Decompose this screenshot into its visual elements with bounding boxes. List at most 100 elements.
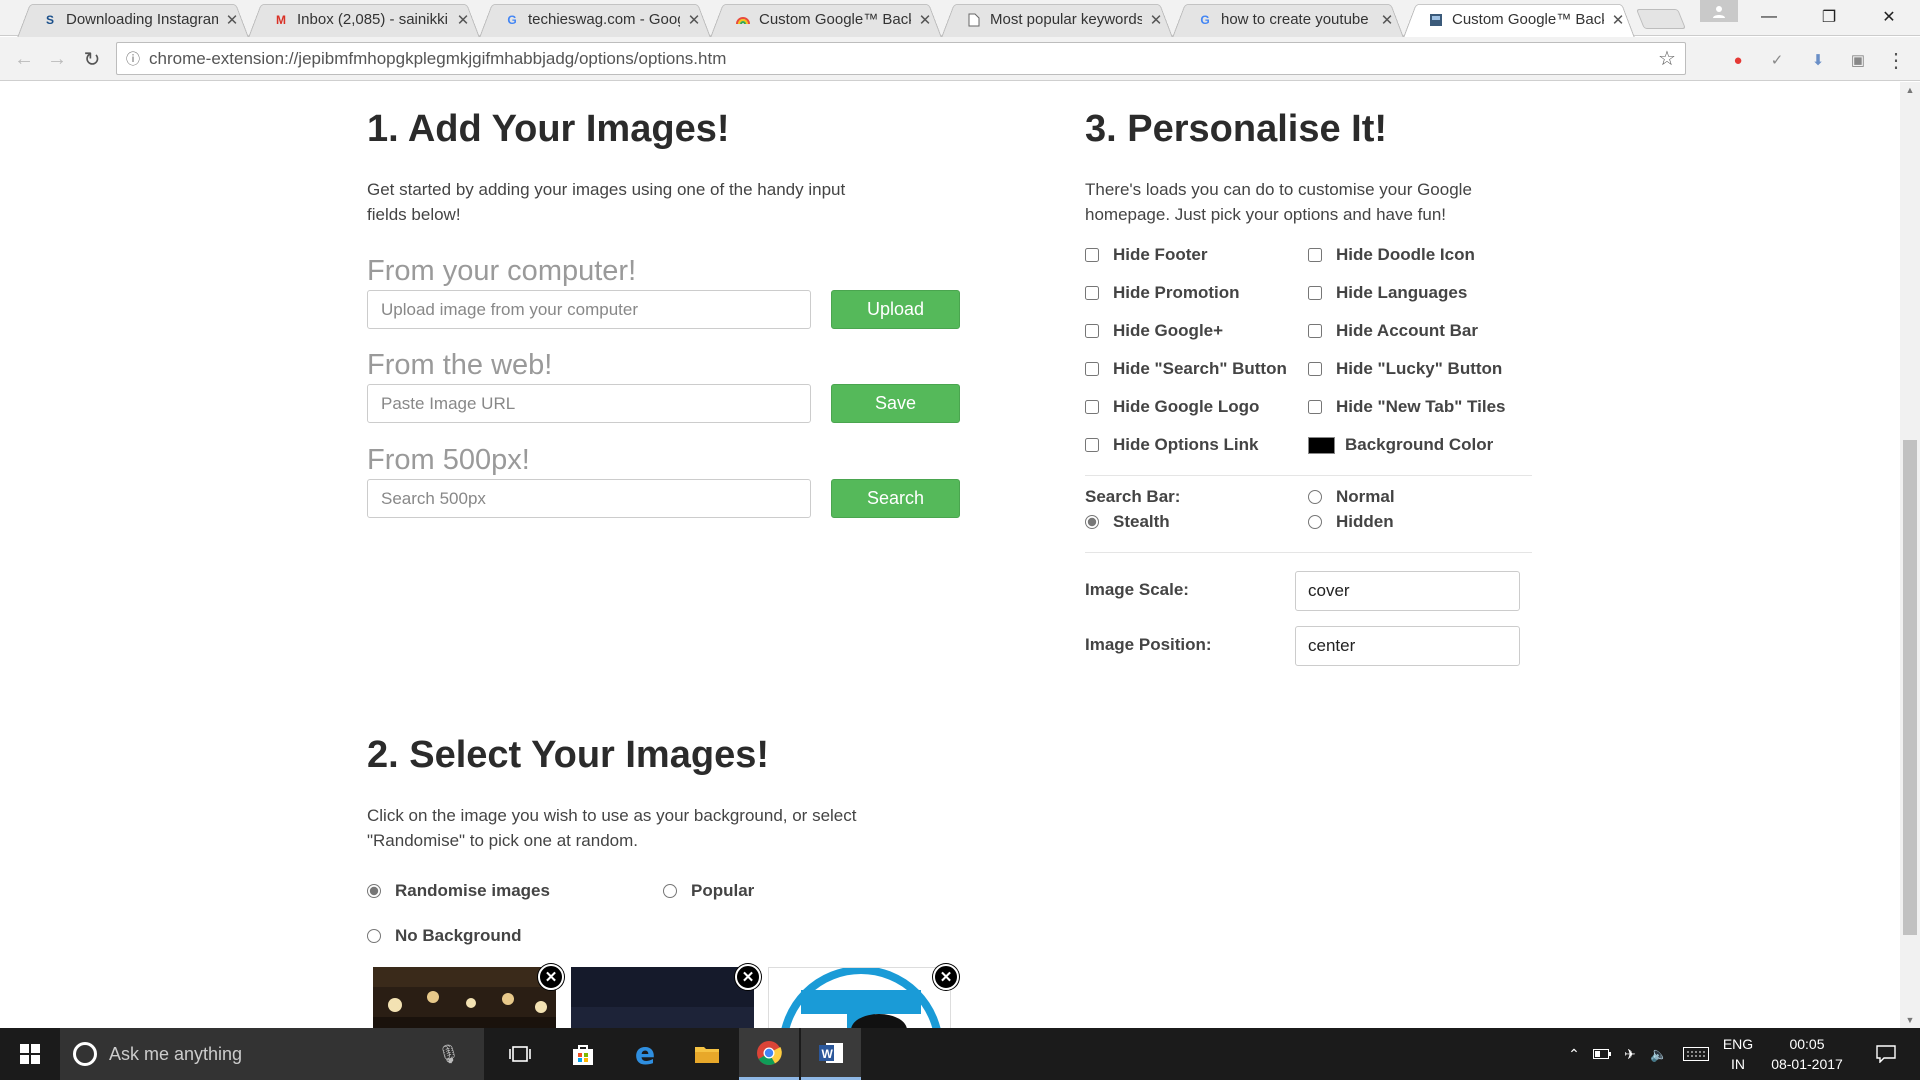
- battery-icon[interactable]: [1590, 1028, 1614, 1080]
- hide-lucky-button-option[interactable]: Hide "Lucky" Button: [1308, 359, 1502, 379]
- browser-tab[interactable]: G techieswag.com - Goog ✕: [476, 3, 714, 36]
- close-tab-icon[interactable]: ✕: [917, 12, 933, 29]
- hide-footer-checkbox[interactable]: [1085, 248, 1099, 262]
- chandelier-hall-image[interactable]: [373, 967, 556, 1028]
- remove-image-icon[interactable]: ✕: [538, 964, 564, 990]
- hide-lucky-button-checkbox[interactable]: [1308, 362, 1322, 376]
- restore-icon[interactable]: ❐: [1800, 0, 1858, 34]
- edge-browser-icon[interactable]: e: [615, 1028, 675, 1080]
- browser-tab[interactable]: M Inbox (2,085) - sainikki ✕: [245, 3, 483, 36]
- popular-option[interactable]: Popular: [663, 881, 754, 901]
- hide-google-logo-option[interactable]: Hide Google Logo: [1085, 397, 1259, 417]
- remove-image-icon[interactable]: ✕: [933, 964, 959, 990]
- url-text[interactable]: chrome-extension://jepibmfmhopgkplegmkjg…: [149, 49, 1649, 69]
- hide-google-plus-option[interactable]: Hide Google+: [1085, 321, 1223, 341]
- hide-account-bar-option[interactable]: Hide Account Bar: [1308, 321, 1478, 341]
- microphone-icon[interactable]: 🎙: [437, 1044, 460, 1065]
- browser-tab[interactable]: Custom Google™ Back ✕: [707, 3, 945, 36]
- checkmark-icon[interactable]: ✓: [1767, 50, 1787, 70]
- browser-tab[interactable]: G how to create youtube ✕: [1169, 3, 1407, 36]
- hide-options-link-option[interactable]: Hide Options Link: [1085, 435, 1258, 455]
- address-bar[interactable]: ⓘ chrome-extension://jepibmfmhopgkplegmk…: [116, 42, 1686, 75]
- popular-radio[interactable]: [663, 884, 677, 898]
- bookmark-star-icon[interactable]: ☆: [1649, 46, 1685, 71]
- reload-icon[interactable]: ↻: [80, 47, 104, 71]
- hide-promotion-option[interactable]: Hide Promotion: [1085, 283, 1240, 303]
- remove-image-icon[interactable]: ✕: [735, 964, 761, 990]
- download-icon[interactable]: ⬇: [1808, 50, 1828, 70]
- scroll-up-arrow-icon[interactable]: ▲: [1900, 82, 1920, 98]
- hide-search-button-option[interactable]: Hide "Search" Button: [1085, 359, 1287, 379]
- search-button[interactable]: Search: [831, 479, 960, 518]
- no-background-option[interactable]: No Background: [367, 926, 522, 946]
- windows-start-icon[interactable]: [0, 1028, 60, 1080]
- background-color-swatch[interactable]: [1308, 436, 1335, 454]
- night-sky-image[interactable]: [571, 967, 754, 1028]
- extension-box-icon[interactable]: ▣: [1848, 50, 1868, 70]
- scrollbar-thumb[interactable]: [1903, 440, 1917, 935]
- volume-icon[interactable]: 🔈: [1646, 1028, 1672, 1080]
- image-scale-input[interactable]: [1295, 571, 1520, 611]
- save-button[interactable]: Save: [831, 384, 960, 423]
- hide-promotion-checkbox[interactable]: [1085, 286, 1099, 300]
- hide-new-tab-tiles-option[interactable]: Hide "New Tab" Tiles: [1308, 397, 1505, 417]
- close-tab-icon[interactable]: ✕: [455, 12, 471, 29]
- close-tab-icon[interactable]: ✕: [686, 12, 702, 29]
- info-icon[interactable]: ⓘ: [117, 49, 149, 69]
- clock[interactable]: 00:05 08-01-2017: [1762, 1028, 1852, 1080]
- hide-doodle-icon-checkbox[interactable]: [1308, 248, 1322, 262]
- chrome-icon[interactable]: [739, 1028, 799, 1080]
- close-tab-icon[interactable]: ✕: [1148, 12, 1164, 29]
- airplane-mode-icon[interactable]: ✈: [1618, 1028, 1642, 1080]
- hide-account-bar-checkbox[interactable]: [1308, 324, 1322, 338]
- store-icon[interactable]: [553, 1028, 613, 1080]
- hide-google-logo-checkbox[interactable]: [1085, 400, 1099, 414]
- action-center-icon[interactable]: [1866, 1028, 1906, 1080]
- show-hidden-icons-chevron-icon[interactable]: ⌃: [1562, 1028, 1586, 1080]
- hide-footer-option[interactable]: Hide Footer: [1085, 245, 1207, 265]
- search-500px-input[interactable]: [367, 479, 811, 518]
- hide-doodle-icon-option[interactable]: Hide Doodle Icon: [1308, 245, 1475, 265]
- keyboard-icon[interactable]: [1680, 1028, 1712, 1080]
- language-indicator[interactable]: ENG IN: [1718, 1028, 1758, 1080]
- background-color-option[interactable]: Background Color: [1308, 435, 1493, 455]
- minimize-icon[interactable]: —: [1740, 0, 1798, 34]
- normal-radio[interactable]: [1308, 490, 1322, 504]
- no-background-radio[interactable]: [367, 929, 381, 943]
- close-tab-icon[interactable]: ✕: [224, 12, 240, 29]
- new-tab-button[interactable]: [1635, 9, 1687, 29]
- browser-tab[interactable]: S Downloading Instagram ✕: [14, 3, 252, 36]
- close-window-icon[interactable]: ✕: [1860, 0, 1918, 34]
- profile-icon[interactable]: [1700, 0, 1738, 22]
- blue-t-logo-image[interactable]: [768, 967, 951, 1028]
- randomise-radio[interactable]: [367, 884, 381, 898]
- close-tab-icon[interactable]: ✕: [1379, 12, 1395, 29]
- menu-icon[interactable]: ⋮: [1886, 50, 1906, 72]
- scroll-down-arrow-icon[interactable]: ▼: [1900, 1012, 1920, 1028]
- browser-tab-active[interactable]: Custom Google™ Back ✕: [1400, 3, 1638, 36]
- file-explorer-icon[interactable]: [677, 1028, 737, 1080]
- hidden-option[interactable]: Hidden: [1308, 512, 1394, 532]
- hide-new-tab-tiles-checkbox[interactable]: [1308, 400, 1322, 414]
- extension-red-icon[interactable]: ●: [1728, 50, 1748, 70]
- randomise-images-option[interactable]: Randomise images: [367, 881, 550, 901]
- word-icon[interactable]: W: [801, 1028, 861, 1080]
- stealth-radio[interactable]: [1085, 515, 1099, 529]
- hide-google-plus-checkbox[interactable]: [1085, 324, 1099, 338]
- browser-tab[interactable]: Most popular keywords ✕: [938, 3, 1176, 36]
- cortana-search-box[interactable]: Ask me anything 🎙: [60, 1028, 484, 1080]
- upload-button[interactable]: Upload: [831, 290, 960, 329]
- close-tab-icon[interactable]: ✕: [1610, 12, 1626, 29]
- hide-languages-checkbox[interactable]: [1308, 286, 1322, 300]
- image-position-input[interactable]: [1295, 626, 1520, 666]
- forward-arrow-icon[interactable]: →: [45, 47, 69, 71]
- image-url-input[interactable]: [367, 384, 811, 423]
- hide-languages-option[interactable]: Hide Languages: [1308, 283, 1467, 303]
- task-view-icon[interactable]: [490, 1028, 550, 1080]
- hide-search-button-checkbox[interactable]: [1085, 362, 1099, 376]
- upload-image-input[interactable]: [367, 290, 811, 329]
- back-arrow-icon[interactable]: ←: [12, 47, 36, 71]
- normal-option[interactable]: Normal: [1308, 487, 1395, 507]
- hidden-radio[interactable]: [1308, 515, 1322, 529]
- hide-options-link-checkbox[interactable]: [1085, 438, 1099, 452]
